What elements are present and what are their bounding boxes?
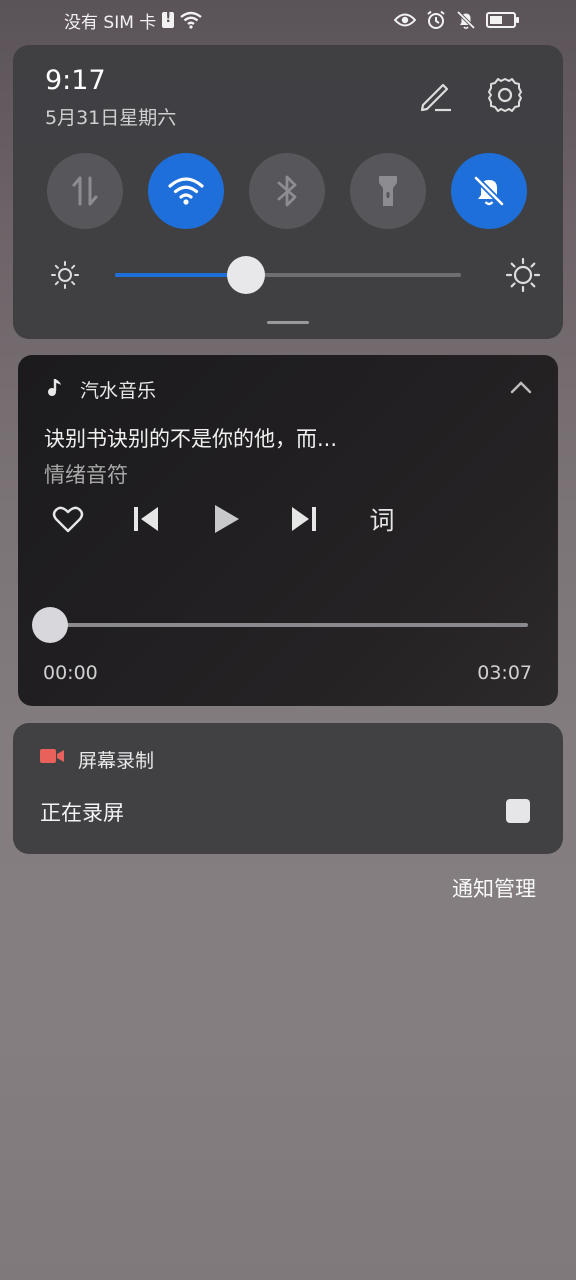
gear-icon[interactable] xyxy=(485,75,525,115)
notification-management-link[interactable]: 通知管理 xyxy=(452,873,536,903)
music-app-name: 汽水音乐 xyxy=(80,380,157,402)
previous-button[interactable] xyxy=(126,499,166,539)
music-note-icon xyxy=(48,379,61,396)
tile-mobile-data[interactable] xyxy=(47,153,123,229)
brightness-control xyxy=(49,255,541,295)
tile-flashlight[interactable] xyxy=(350,153,426,229)
quick-tiles xyxy=(47,153,527,229)
music-notification[interactable]: 汽水音乐 诀别书诀别的不是你的他，而... 情绪音符 词 00:00 03:07 xyxy=(18,355,558,706)
play-icon xyxy=(215,505,239,533)
bell-off-icon xyxy=(473,175,505,207)
time-total: 03:07 xyxy=(477,662,532,684)
brightness-low-icon xyxy=(51,261,79,289)
quick-settings-panel: 9:17 5月31日星期六 xyxy=(13,45,563,339)
panel-drag-handle[interactable] xyxy=(267,321,309,324)
progress-bar[interactable] xyxy=(50,623,528,627)
skip-next-icon xyxy=(292,507,316,531)
chevron-up-icon[interactable] xyxy=(508,377,534,397)
clock-time: 9:17 xyxy=(45,65,106,96)
status-right xyxy=(394,10,519,30)
wifi-icon xyxy=(168,177,204,205)
bluetooth-icon xyxy=(277,175,297,207)
brightness-high-icon xyxy=(505,257,541,293)
tile-bluetooth[interactable] xyxy=(249,153,325,229)
battery-icon xyxy=(486,12,519,28)
recording-app-name: 屏幕录制 xyxy=(78,750,155,772)
next-button[interactable] xyxy=(284,499,324,539)
tile-do-not-disturb[interactable] xyxy=(451,153,527,229)
carrier-label: 没有 SIM 卡 xyxy=(64,12,157,33)
track-title: 诀别书诀别的不是你的他，而... xyxy=(44,427,338,451)
brightness-slider[interactable] xyxy=(115,273,461,277)
eye-icon xyxy=(394,13,416,27)
tile-wifi[interactable] xyxy=(148,153,224,229)
status-left: 没有 SIM 卡 xyxy=(64,8,203,33)
clock-date: 5月31日星期六 xyxy=(45,107,177,129)
wifi-icon xyxy=(180,11,203,29)
recording-status: 正在录屏 xyxy=(40,801,124,825)
lyrics-button[interactable]: 词 xyxy=(362,499,402,539)
status-bar: 没有 SIM 卡 xyxy=(0,0,576,40)
alarm-icon xyxy=(427,10,445,29)
skip-previous-icon xyxy=(134,507,158,531)
time-current: 00:00 xyxy=(43,662,98,684)
heart-icon xyxy=(52,506,84,533)
play-button[interactable] xyxy=(206,499,246,539)
sim-alert-icon xyxy=(162,11,175,28)
data-transfer-icon xyxy=(72,176,98,206)
like-button[interactable] xyxy=(48,499,88,539)
stop-recording-button[interactable] xyxy=(506,799,530,823)
battery-level xyxy=(490,16,502,24)
flashlight-icon xyxy=(379,176,397,206)
screen-recording-notification[interactable]: 屏幕录制 正在录屏 xyxy=(13,723,563,854)
bell-off-icon xyxy=(456,10,476,30)
edit-icon[interactable] xyxy=(415,75,455,115)
brightness-thumb[interactable] xyxy=(227,256,266,294)
video-camera-icon xyxy=(40,749,64,763)
progress-thumb[interactable] xyxy=(32,607,68,643)
track-artist: 情绪音符 xyxy=(44,463,128,487)
